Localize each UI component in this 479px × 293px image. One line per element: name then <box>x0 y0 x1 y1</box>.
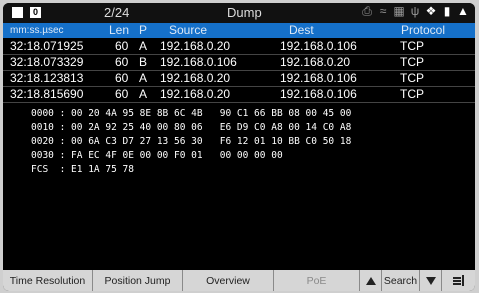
cell-dest: 192.168.0.106 <box>280 39 357 53</box>
cell-dest: 192.168.0.106 <box>280 71 357 85</box>
cell-protocol: TCP <box>400 39 424 53</box>
cell-time: 32:18.123813 <box>10 71 84 85</box>
cell-p: A <box>139 71 148 85</box>
menu-button[interactable] <box>442 270 475 291</box>
channel-zero-icon[interactable]: 0 <box>30 7 41 18</box>
hex-line: 0030 : FA EC 4F 0E 00 00 F0 01 00 00 00 … <box>31 150 283 161</box>
cell-protocol: TCP <box>400 87 424 101</box>
poe-button[interactable]: PoE <box>274 270 360 291</box>
header-dest: Dest <box>289 23 314 37</box>
hex-line: 0010 : 00 2A 92 25 40 00 80 06 E6 D9 C0 … <box>31 122 352 133</box>
printer-icon: ⎙ <box>362 4 372 18</box>
wifi-icon: ≈ <box>379 4 387 18</box>
cell-protocol: TCP <box>400 55 424 69</box>
cell-len: 60 <box>115 71 129 85</box>
table-row[interactable]: 32:18.123813 60 A 192.168.0.20 192.168.0… <box>3 71 475 87</box>
cell-time: 32:18.071925 <box>10 39 84 53</box>
overview-button[interactable]: Overview <box>183 270 274 291</box>
table-row[interactable]: 32:18.815690 60 A 192.168.0.20 192.168.0… <box>3 87 475 103</box>
device-screen: 0 2/24 Dump ⎙ ≈ ▦ ψ ❖ ▮ ▲ mm:ss.µsec Len… <box>3 3 475 291</box>
cell-source: 192.168.0.20 <box>160 87 231 101</box>
hex-dump: 0000 : 00 20 4A 95 8E 8B 6C 4B 90 C1 66 … <box>31 107 351 177</box>
header-protocol: Protocol <box>401 23 446 37</box>
page-title: Dump <box>227 5 262 20</box>
battery-icon: ▲ <box>457 4 469 18</box>
cell-dest: 192.168.0.106 <box>280 87 357 101</box>
cell-source: 192.168.0.106 <box>160 55 237 69</box>
hex-line: 0000 : 00 20 4A 95 8E 8B 6C 4B 90 C1 66 … <box>31 108 352 119</box>
hex-line: 0020 : 00 6A C3 D7 27 13 56 30 F6 12 01 … <box>31 136 352 147</box>
position-jump-button[interactable]: Position Jump <box>93 270 183 291</box>
table-row[interactable]: 32:18.071925 60 A 192.168.0.20 192.168.0… <box>3 39 475 55</box>
arrow-down-icon <box>425 276 436 285</box>
usb-icon: ψ <box>410 4 420 18</box>
time-resolution-button[interactable]: Time Resolution <box>3 270 93 291</box>
cell-time: 32:18.073329 <box>10 55 84 69</box>
search-up-button[interactable] <box>360 270 382 291</box>
cell-len: 60 <box>115 39 129 53</box>
sd-card-icon: ▮ <box>443 4 451 18</box>
cell-source: 192.168.0.20 <box>160 39 231 53</box>
cell-p: A <box>139 87 148 101</box>
cell-p: A <box>139 39 148 53</box>
menu-icon <box>453 275 464 286</box>
cell-len: 60 <box>115 55 129 69</box>
cell-time: 32:18.815690 <box>10 87 84 101</box>
cell-len: 60 <box>115 87 129 101</box>
packet-list: 32:18.071925 60 A 192.168.0.20 192.168.0… <box>3 39 475 103</box>
page-indicator: 2/24 <box>104 5 130 20</box>
cell-source: 192.168.0.20 <box>160 71 231 85</box>
fcs-line: FCS : E1 1A 75 78 <box>31 164 134 175</box>
status-bar: 0 2/24 Dump ⎙ ≈ ▦ ψ ❖ ▮ ▲ <box>3 3 475 23</box>
network-icon: ▦ <box>393 4 405 18</box>
header-source: Source <box>169 23 208 37</box>
header-len: Len <box>109 23 130 37</box>
tool-icon: ❖ <box>425 4 437 18</box>
cell-dest: 192.168.0.20 <box>280 55 351 69</box>
bottom-toolbar: Time Resolution Position Jump Overview P… <box>3 270 475 291</box>
cell-protocol: TCP <box>400 71 424 85</box>
arrow-up-icon <box>365 276 376 285</box>
header-p: P <box>139 23 148 37</box>
header-time: mm:ss.µsec <box>10 25 64 36</box>
search-button[interactable]: Search <box>382 270 420 291</box>
table-header: mm:ss.µsec Len P Source Dest Protocol <box>3 23 475 38</box>
cell-p: B <box>139 55 148 69</box>
search-down-button[interactable] <box>420 270 442 291</box>
status-icons: ⎙ ≈ ▦ ψ ❖ ▮ ▲ <box>361 4 469 19</box>
stop-icon[interactable] <box>12 7 23 18</box>
table-row[interactable]: 32:18.073329 60 B 192.168.0.106 192.168.… <box>3 55 475 71</box>
